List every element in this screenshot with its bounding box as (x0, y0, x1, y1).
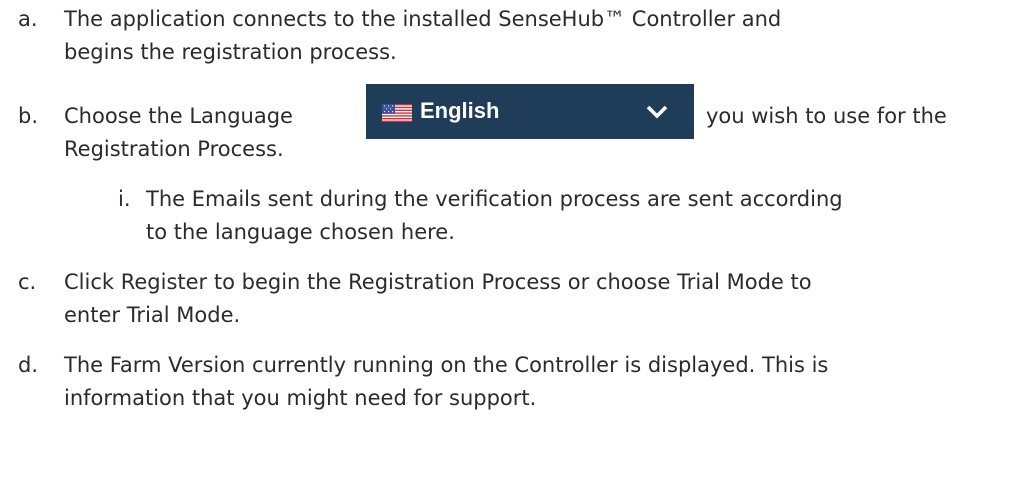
list-item-c-line-1: Click Register to begin the Registration… (64, 270, 812, 294)
instruction-document: a. The application connects to the insta… (0, 0, 1012, 491)
list-item-d-line-2: information that you might need for supp… (64, 386, 537, 410)
list-marker-a: a. (18, 7, 38, 31)
list-marker-b: b. (18, 104, 39, 128)
list-item-b-i-line-2: to the language chosen here. (146, 220, 455, 244)
list-item-b-text-before: Choose the Language (64, 104, 293, 128)
us-flag-icon (382, 104, 412, 122)
list-marker-c: c. (18, 270, 37, 294)
language-dropdown[interactable]: English (366, 84, 694, 139)
list-item-b-i-line-1: The Emails sent during the verification … (146, 187, 843, 211)
list-marker-d: d. (18, 353, 39, 377)
list-item-a-line-1: The application connects to the installe… (64, 7, 782, 31)
chevron-down-icon (646, 105, 668, 119)
list-item-c-line-2: enter Trial Mode. (64, 303, 241, 327)
list-item-b-line-2: Registration Process. (64, 137, 284, 161)
list-item-d-line-1: The Farm Version currently running on th… (64, 353, 829, 377)
list-marker-b-i: i. (118, 187, 131, 211)
language-selected-label: English (420, 98, 500, 123)
list-item-a-line-2: begins the registration process. (64, 40, 397, 64)
list-item-b-text-after: you wish to use for the (706, 104, 947, 128)
